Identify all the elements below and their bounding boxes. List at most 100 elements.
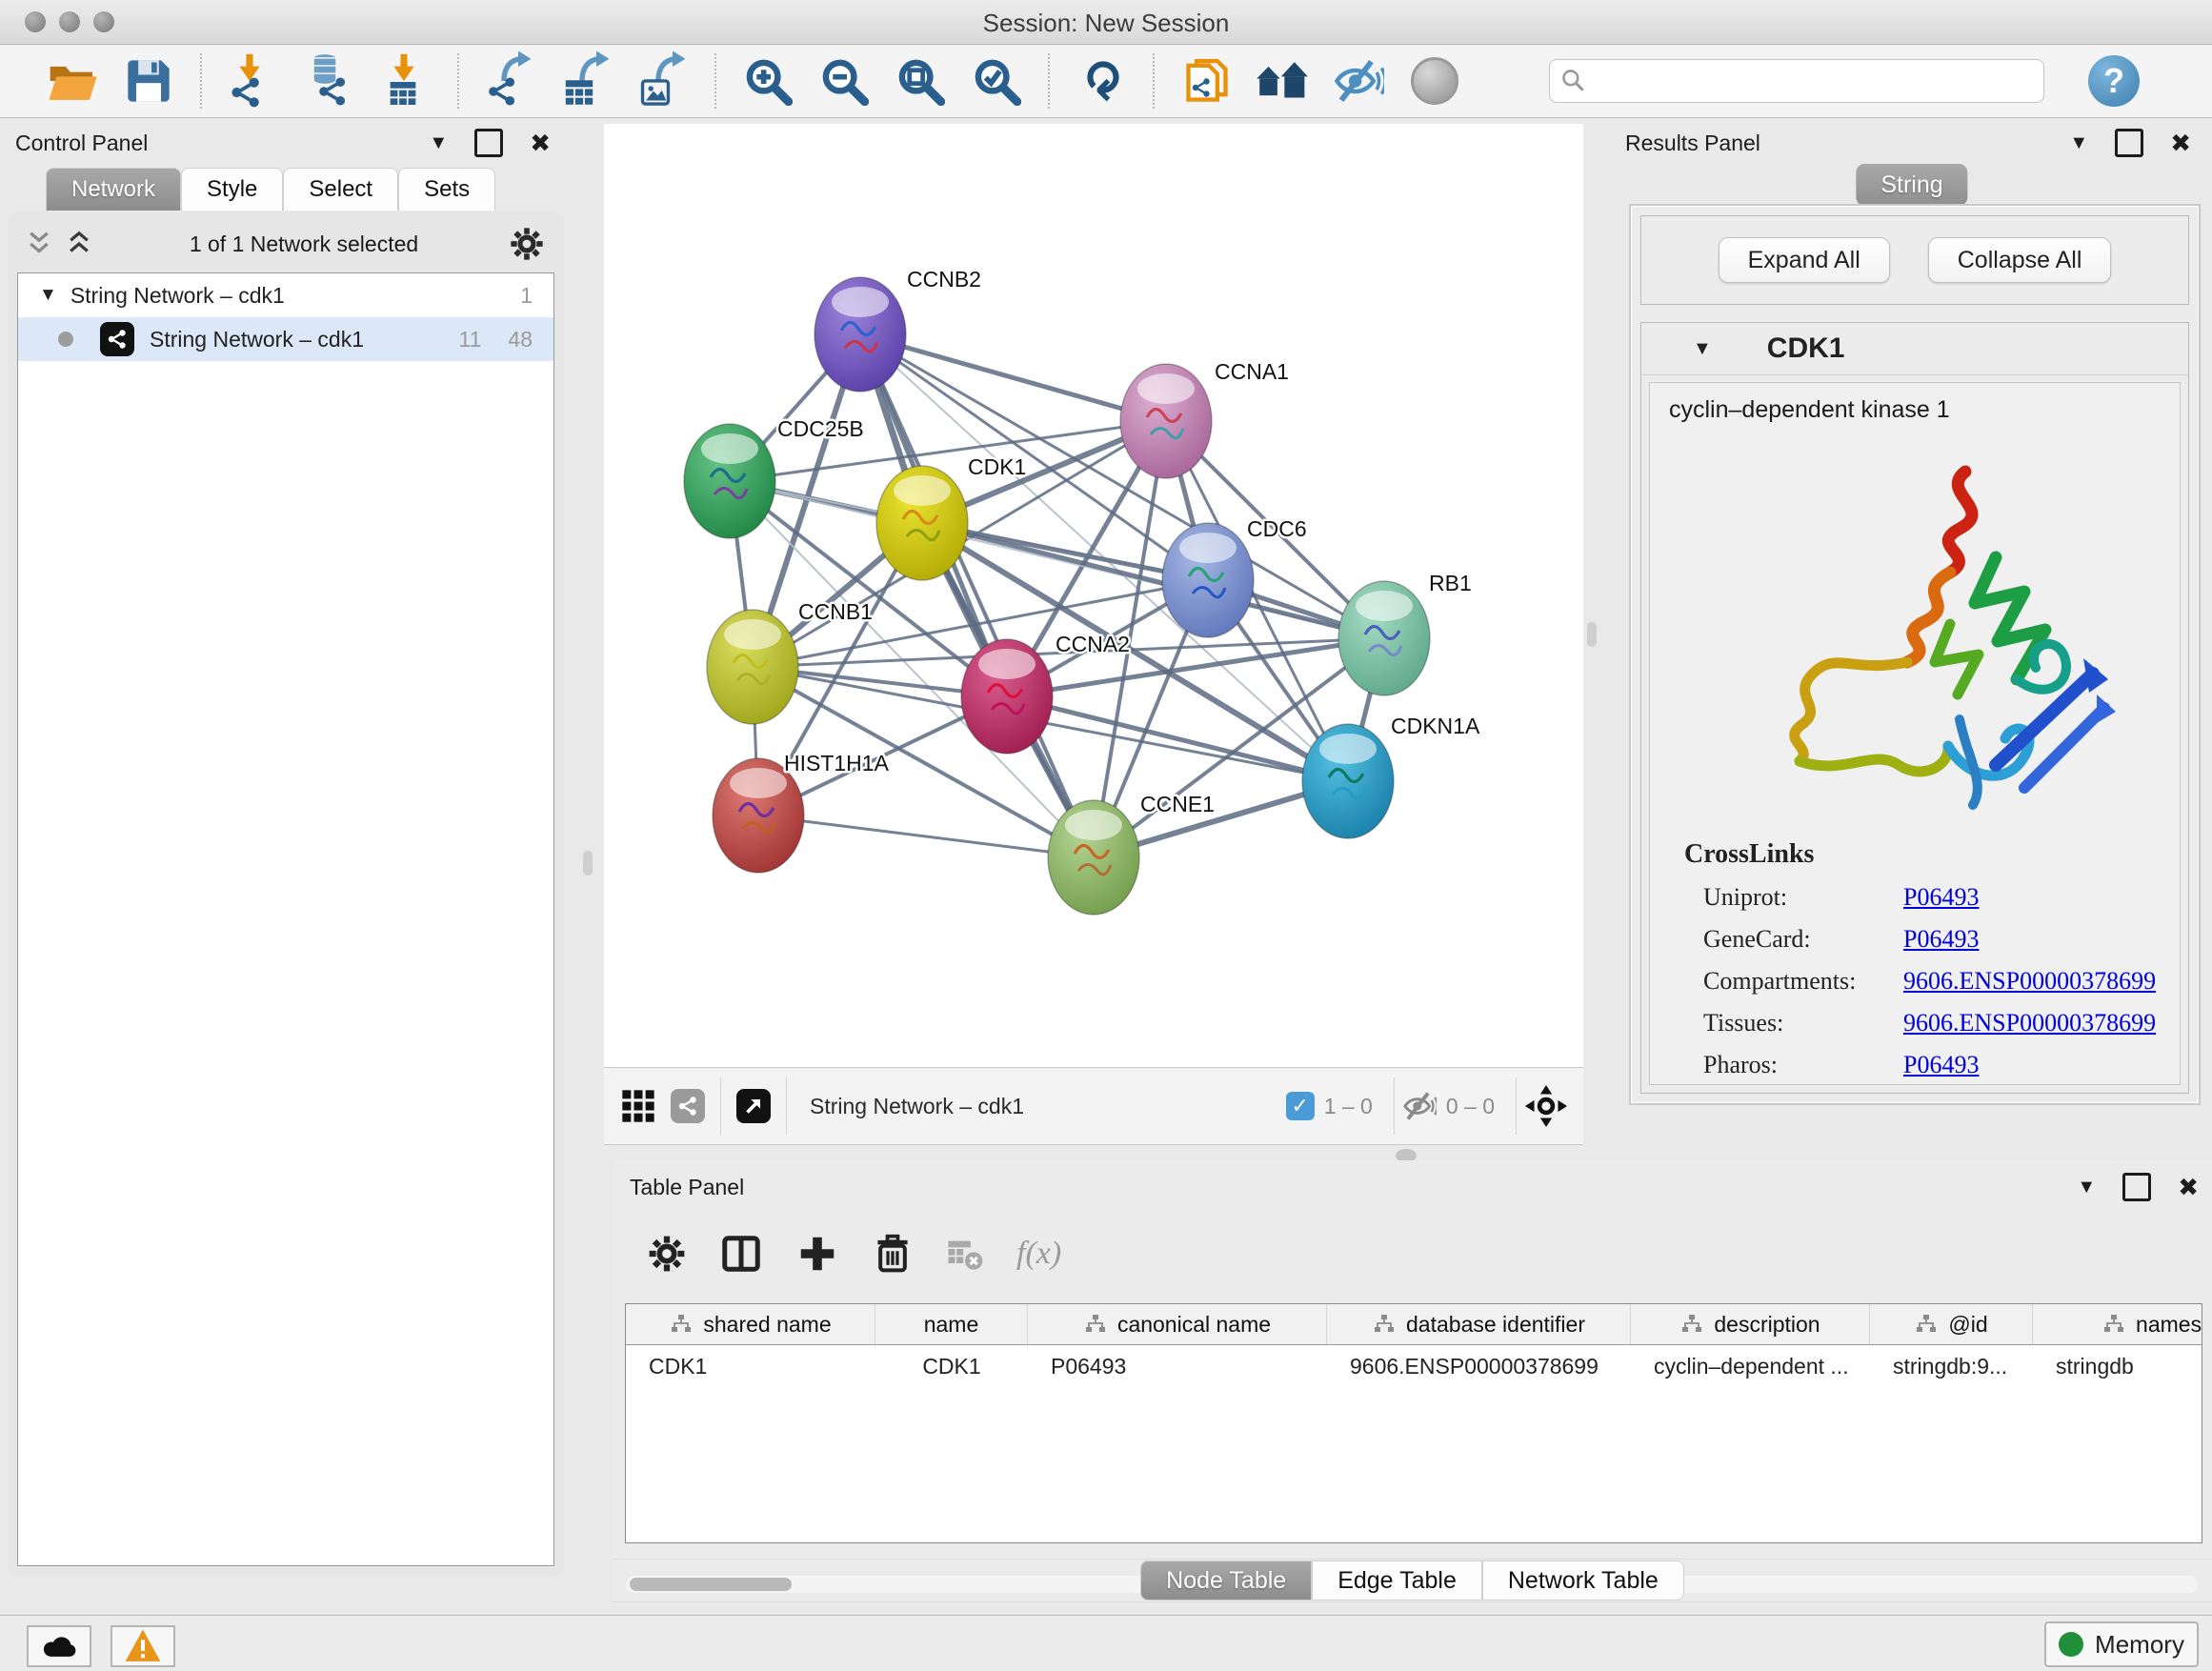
network-icon (228, 74, 264, 111)
expand-all-networks-icon[interactable] (65, 230, 93, 258)
node-table[interactable]: shared namenamecanonical namedatabase id… (625, 1303, 2202, 1543)
save-session-button[interactable] (119, 51, 178, 111)
import-network-button[interactable] (224, 51, 283, 111)
string-results-container: Expand All Collapse All ▼ CDK1 cyclin–de… (1629, 204, 2201, 1105)
warnings-button[interactable] (111, 1625, 175, 1667)
tab-network-table[interactable]: Network Table (1482, 1560, 1684, 1601)
node-RB1[interactable] (1338, 581, 1430, 695)
cloud-status-button[interactable] (27, 1625, 91, 1667)
crosslinks-title: CrossLinks (1684, 839, 2180, 870)
crosslink-link[interactable]: 9606.ENSP00000378699 (1903, 967, 2156, 996)
table-options-gear-icon[interactable] (647, 1234, 687, 1274)
network-edge[interactable] (860, 334, 1166, 421)
close-panel-icon[interactable]: ✖ (2170, 129, 2191, 158)
crosslink-link[interactable]: P06493 (1903, 1051, 1979, 1079)
tab-network[interactable]: Network (46, 168, 181, 211)
column-header-canonical-name[interactable]: canonical name (1028, 1304, 1327, 1344)
column-header-shared-name[interactable]: shared name (626, 1304, 875, 1344)
help-button[interactable]: ? (2088, 55, 2140, 107)
table-row[interactable]: CDK1CDK1P064939606.ENSP00000378699cyclin… (626, 1345, 2202, 1387)
panel-menu-icon[interactable]: ▼ (429, 132, 448, 154)
create-column-plus-icon[interactable] (795, 1232, 839, 1276)
clone-network-button[interactable] (1176, 51, 1236, 111)
node-label-RB1: RB1 (1429, 571, 1472, 595)
node-CDC25B[interactable] (684, 424, 775, 538)
section-collapse-icon[interactable]: ▼ (1693, 338, 1712, 360)
current-network-name: String Network – cdk1 (810, 1094, 1024, 1119)
collapse-all-button[interactable]: Collapse All (1928, 237, 2112, 283)
tab-edge-table[interactable]: Edge Table (1312, 1560, 1482, 1601)
search-input[interactable] (1549, 59, 2044, 103)
zoom-in-button[interactable] (738, 51, 797, 111)
selected-checkbox-icon[interactable]: ✓ (1286, 1092, 1315, 1120)
export-table-button[interactable] (557, 51, 616, 111)
open-in-window-icon[interactable] (736, 1089, 771, 1123)
column-header-namespace[interactable]: namespace (2033, 1304, 2202, 1344)
network-options-gear-icon[interactable] (509, 226, 545, 262)
network-edge[interactable] (860, 334, 1094, 857)
column-header-description[interactable]: description (1631, 1304, 1870, 1344)
toolbar-separator (200, 53, 202, 109)
node-CCNE1[interactable] (1048, 800, 1139, 915)
zoom-fit-button[interactable] (891, 51, 950, 111)
node-CCNA1[interactable] (1120, 364, 1212, 478)
tab-node-table[interactable]: Node Table (1140, 1560, 1312, 1601)
column-header-database-identifier[interactable]: database identifier (1327, 1304, 1631, 1344)
panel-menu-icon[interactable]: ▼ (2077, 1177, 2096, 1198)
crosslink-link[interactable]: 9606.ENSP00000378699 (1903, 1009, 2156, 1037)
close-panel-icon[interactable]: ✖ (530, 129, 551, 158)
memory-button[interactable]: Memory (2044, 1621, 2199, 1667)
network-canvas[interactable]: CCNB2CCNA1CDC25BCDK1CDC6RB1CCNB1CCNA2CDK… (604, 124, 1583, 1067)
node-label-CCNE1: CCNE1 (1140, 792, 1215, 816)
node-CDK1[interactable] (876, 466, 968, 580)
left-splitter-handle[interactable] (583, 851, 593, 876)
network-edge[interactable] (758, 815, 1094, 857)
grid-view-icon[interactable] (619, 1087, 657, 1125)
refresh-view-button[interactable]: ⟳ (1072, 51, 1131, 111)
table-cell: CDK1 (626, 1354, 875, 1379)
collection-expand-icon[interactable]: ▼ (39, 285, 57, 306)
node-CCNB1[interactable] (707, 610, 798, 724)
birds-eye-view-icon[interactable] (671, 1089, 705, 1123)
crosslink-link[interactable]: P06493 (1903, 925, 1979, 954)
close-panel-icon[interactable]: ✖ (2178, 1173, 2199, 1202)
network-collection-row[interactable]: ▼ String Network – cdk1 1 (18, 273, 553, 317)
delete-column-trash-icon[interactable] (872, 1233, 914, 1275)
tab-sets[interactable]: Sets (398, 168, 495, 211)
column-header-name[interactable]: name (875, 1304, 1028, 1344)
right-splitter-handle[interactable] (1587, 622, 1597, 647)
hide-unhide-button[interactable] (1329, 51, 1388, 111)
node-CDC6[interactable] (1162, 523, 1254, 637)
zoom-out-button[interactable] (814, 51, 874, 111)
network-row-selected[interactable]: String Network – cdk1 11 48 (18, 317, 553, 361)
crosslink-link[interactable]: P06493 (1903, 883, 1979, 912)
float-panel-icon[interactable] (2115, 129, 2143, 157)
float-panel-icon[interactable] (474, 129, 503, 157)
gene-description: cyclin–dependent kinase 1 (1669, 396, 2180, 424)
table-cell: cyclin–dependent ... (1631, 1354, 1870, 1379)
show-graphics-details-button[interactable] (1405, 51, 1464, 111)
float-panel-icon[interactable] (2122, 1173, 2151, 1201)
collapse-all-networks-icon[interactable] (25, 230, 53, 258)
import-network-from-database-button[interactable] (300, 51, 359, 111)
show-columns-icon[interactable] (719, 1232, 763, 1276)
panel-menu-icon[interactable]: ▼ (2069, 132, 2088, 154)
node-CCNB2[interactable] (814, 277, 906, 392)
gene-section: ▼ CDK1 cyclin–dependent kinase 1 (1640, 322, 2189, 1094)
node-HIST1H1A[interactable] (713, 758, 804, 873)
node-CDKN1A[interactable] (1302, 724, 1394, 838)
zoom-selected-button[interactable] (967, 51, 1026, 111)
export-image-button[interactable] (633, 51, 693, 111)
export-network-button[interactable] (481, 51, 540, 111)
column-header--id[interactable]: @id (1870, 1304, 2033, 1344)
node-CCNA2[interactable] (961, 639, 1053, 754)
tab-string[interactable]: String (1856, 164, 1967, 206)
expand-all-button[interactable]: Expand All (1719, 237, 1890, 283)
home-networks-button[interactable] (1253, 51, 1312, 111)
tab-select[interactable]: Select (283, 168, 398, 211)
tab-style[interactable]: Style (181, 168, 283, 211)
import-table-button[interactable] (376, 51, 435, 111)
fit-selected-crosshair-icon[interactable] (1524, 1084, 1568, 1128)
node-label-CDC6: CDC6 (1247, 516, 1307, 541)
open-session-button[interactable] (43, 51, 102, 111)
